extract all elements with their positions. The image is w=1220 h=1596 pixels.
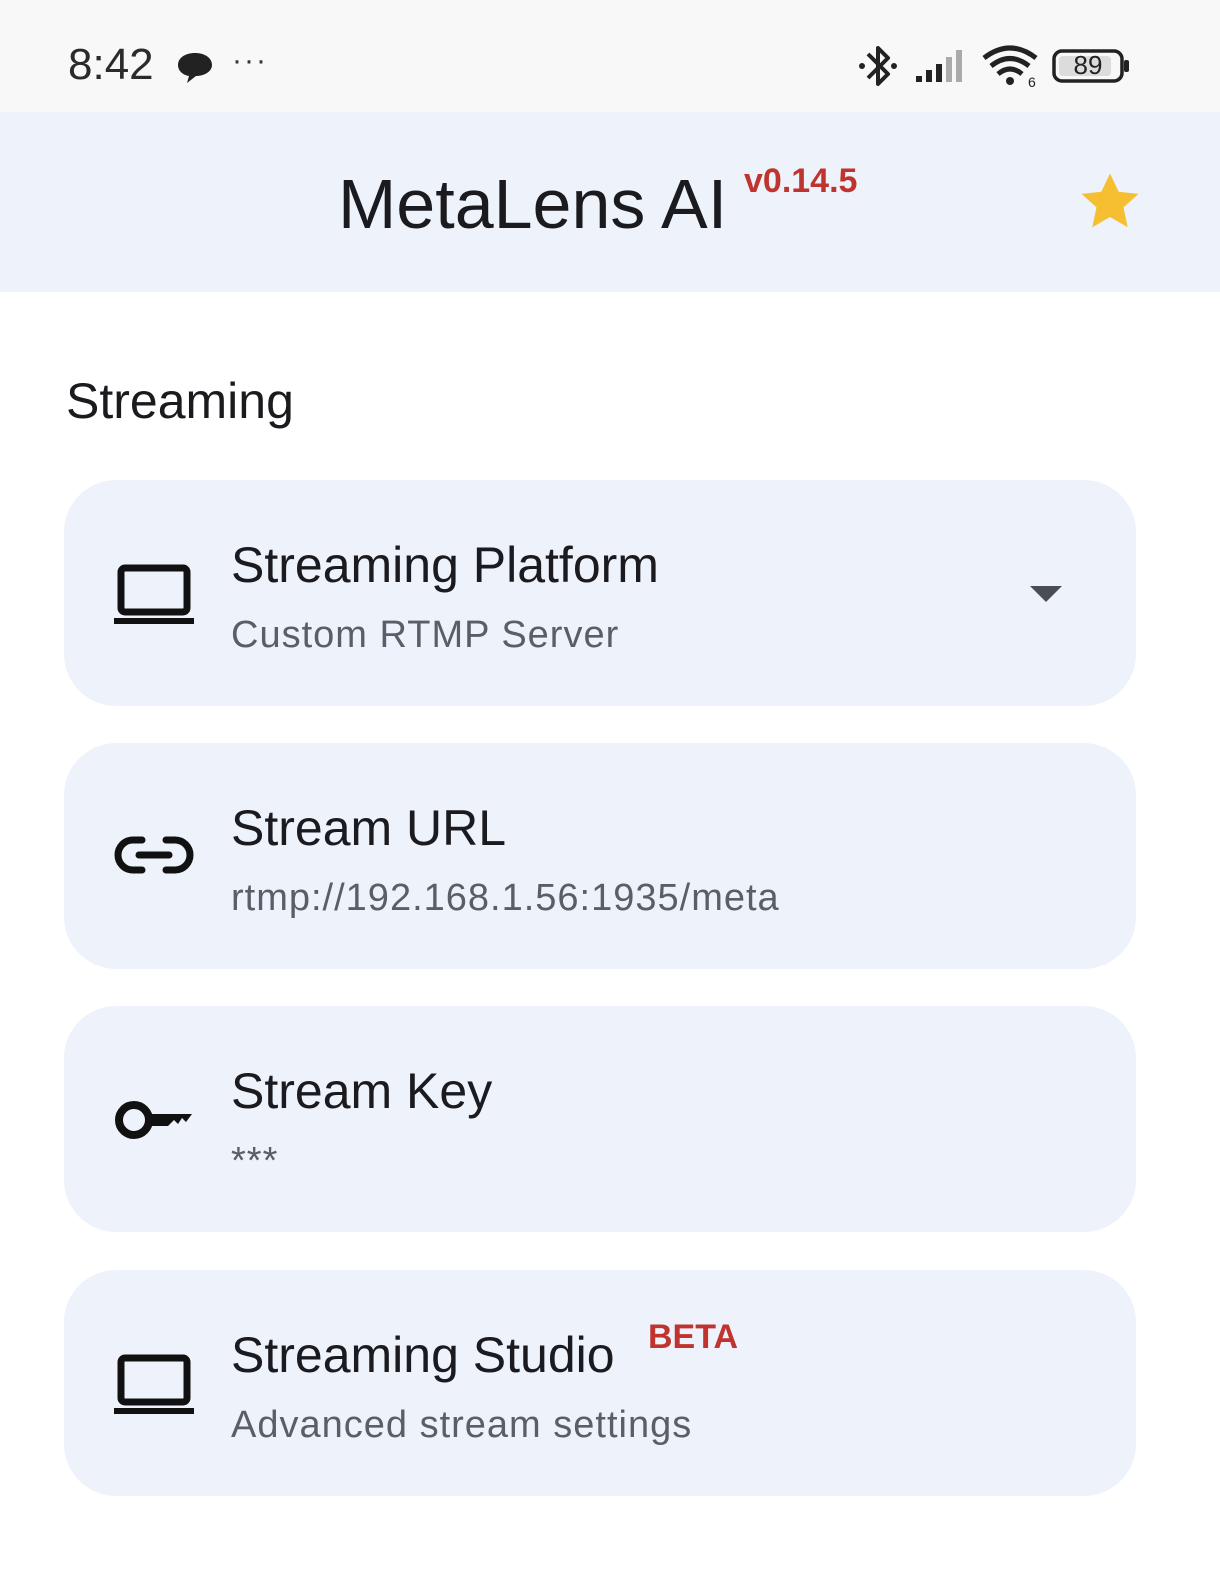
streaming-studio-card[interactable]: Streaming Studio BETA Advanced stream se…	[64, 1270, 1136, 1496]
status-bar: 8:42 ··· 6 89	[0, 0, 1220, 112]
stream-url-card[interactable]: Stream URL rtmp://192.168.1.56:1935/meta	[64, 743, 1136, 969]
battery-level: 89	[1073, 50, 1103, 80]
laptop-icon	[114, 1354, 194, 1414]
key-icon	[115, 1101, 192, 1139]
link-icon	[114, 836, 194, 874]
wifi-icon: 6	[982, 45, 1038, 88]
card-title: Stream URL	[231, 800, 507, 856]
card-subtitle: rtmp://192.168.1.56:1935/meta	[231, 877, 780, 919]
card-title: Streaming Platform	[231, 537, 659, 593]
card-title: Streaming Studio	[231, 1327, 615, 1383]
card-title: Stream Key	[231, 1063, 493, 1119]
stream-key-card[interactable]: Stream Key ***	[64, 1006, 1136, 1232]
chat-icon	[178, 53, 212, 83]
bluetooth-icon	[859, 46, 897, 86]
star-icon[interactable]	[1074, 166, 1146, 238]
app-title: MetaLens AI	[338, 165, 728, 243]
dropdown-arrow-icon[interactable]	[1028, 584, 1064, 604]
card-subtitle: Custom RTMP Server	[231, 614, 620, 656]
more-notifications-icon: ···	[232, 44, 268, 77]
beta-badge: BETA	[648, 1318, 739, 1356]
section-title: Streaming	[66, 373, 294, 429]
version-badge: v0.14.5	[744, 162, 858, 200]
streaming-platform-card[interactable]: Streaming Platform Custom RTMP Server	[64, 480, 1136, 706]
card-subtitle: Advanced stream settings	[231, 1404, 693, 1446]
card-subtitle: ***	[231, 1140, 279, 1182]
svg-text:6: 6	[1028, 74, 1036, 88]
signal-icon	[916, 50, 962, 82]
status-time: 8:42	[68, 40, 154, 89]
laptop-icon	[114, 564, 194, 624]
